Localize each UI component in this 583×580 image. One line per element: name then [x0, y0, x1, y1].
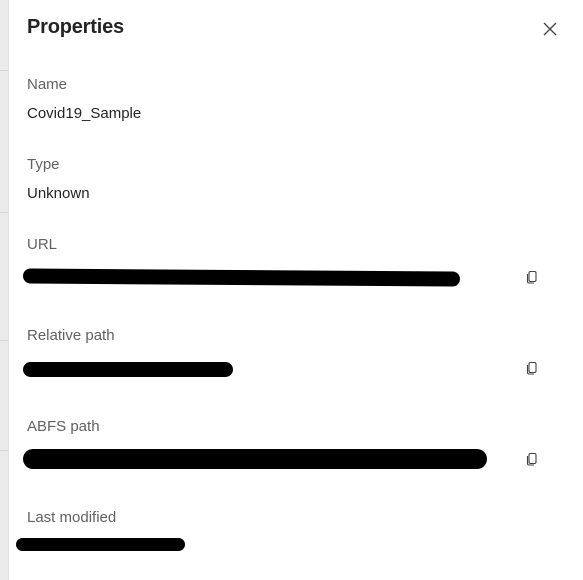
type-value: Unknown — [27, 185, 90, 202]
copy-url-icon[interactable] — [525, 270, 539, 284]
url-value-redacted — [22, 268, 461, 287]
relative-path-label: Relative path — [27, 327, 115, 344]
background-app-edge — [0, 0, 9, 580]
name-value: Covid19_Sample — [27, 105, 142, 122]
last-modified-label: Last modified — [27, 509, 117, 526]
close-icon[interactable] — [541, 20, 559, 38]
relative-path-value-redacted — [23, 362, 233, 377]
abfs-path-label: ABFS path — [27, 418, 100, 435]
url-label: URL — [27, 236, 58, 253]
copy-relative-path-icon[interactable] — [525, 361, 539, 375]
abfs-path-value-redacted — [23, 449, 487, 469]
panel-title: Properties — [27, 16, 124, 38]
name-label: Name — [27, 76, 68, 93]
properties-panel: Properties Name Covid19_Sample Type Unkn… — [9, 0, 583, 580]
last-modified-value-redacted — [16, 538, 185, 551]
type-label: Type — [27, 156, 60, 173]
copy-abfs-path-icon[interactable] — [525, 452, 539, 466]
